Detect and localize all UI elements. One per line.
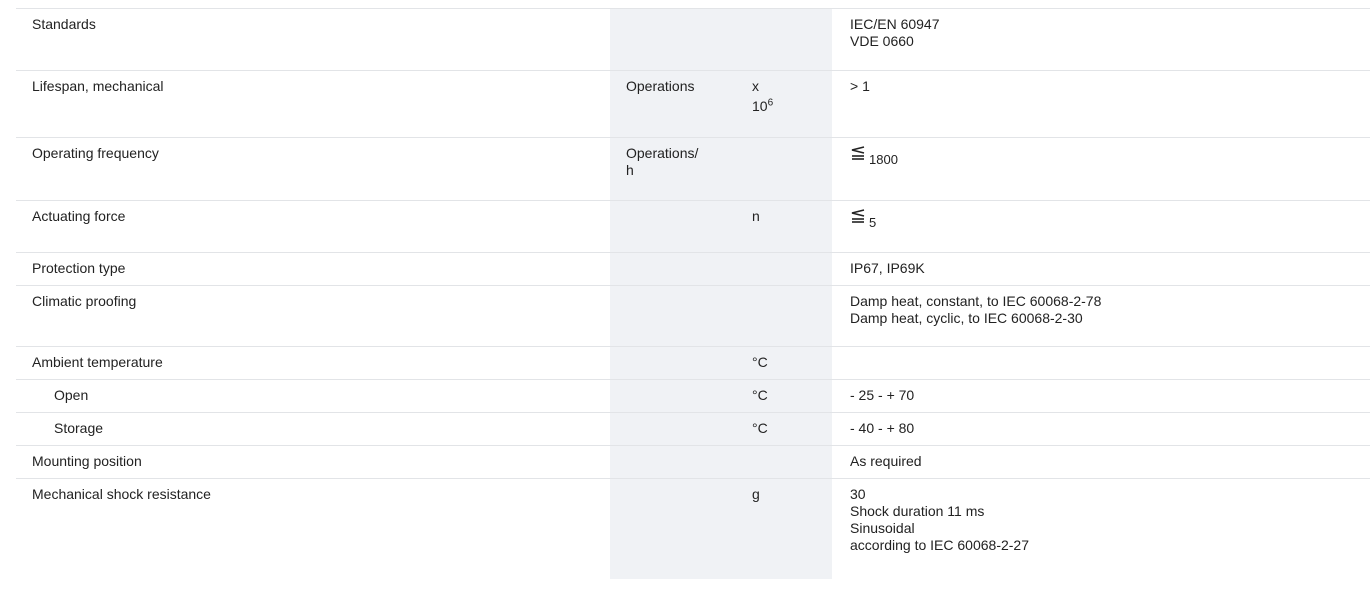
value-line: Damp heat, constant, to IEC 60068-2-78 <box>850 293 1102 309</box>
table-row: Protection type IP67, IP69K <box>16 252 1370 286</box>
unit-exponent: 6 <box>767 97 774 109</box>
value-cell: - 25 - + 70 <box>832 379 1370 413</box>
value-cell: - 40 - + 80 <box>832 412 1370 446</box>
unit-cell <box>610 445 736 479</box>
property-name: Storage <box>16 412 610 446</box>
unit-cell <box>610 285 736 347</box>
unit-cell: Operations/ h <box>610 137 736 201</box>
value-cell: 5 <box>832 200 1370 253</box>
unit-cell: g <box>736 478 832 579</box>
table-row: Open °C - 25 - + 70 <box>16 379 1370 413</box>
value-line: - 40 - + 80 <box>850 420 915 436</box>
less-than-or-equal-icon <box>850 209 866 223</box>
value-line: - 25 - + 70 <box>850 387 915 403</box>
unit-cell <box>610 252 736 286</box>
unit-cell <box>736 252 832 286</box>
unit-cell: n <box>736 200 832 253</box>
unit-cell <box>736 8 832 71</box>
value-cell: 30 Shock duration 11 ms Sinusoidal accor… <box>832 478 1370 579</box>
unit-cell <box>610 200 736 253</box>
value-line: Shock duration 11 ms <box>850 503 985 519</box>
unit-cell <box>610 379 736 413</box>
unit-cell: °C <box>736 346 832 380</box>
property-name: Standards <box>16 8 610 71</box>
value-cell: > 1 <box>832 70 1370 138</box>
unit-cell <box>610 412 736 446</box>
table-row: Mechanical shock resistance g 30 Shock d… <box>16 478 1370 579</box>
property-name: Climatic proofing <box>16 285 610 347</box>
unit-cell: x 106 <box>736 70 832 138</box>
unit-cell <box>610 8 736 71</box>
unit-cell <box>736 137 832 201</box>
table-row: Ambient temperature °C <box>16 346 1370 380</box>
value-cell: Damp heat, constant, to IEC 60068-2-78 D… <box>832 285 1370 347</box>
table-row: Standards IEC/EN 60947 VDE 0660 <box>16 8 1370 71</box>
value-line: Sinusoidal <box>850 520 915 536</box>
value-cell <box>832 346 1370 380</box>
value-line: Damp heat, cyclic, to IEC 60068-2-30 <box>850 310 1083 326</box>
unit-cell <box>736 285 832 347</box>
technical-data-table: Standards IEC/EN 60947 VDE 0660 Lifespan… <box>16 8 1370 579</box>
property-name: Lifespan, mechanical <box>16 70 610 138</box>
unit-line: h <box>626 162 634 178</box>
unit-power: 106 <box>752 98 832 115</box>
table-row: Storage °C - 40 - + 80 <box>16 412 1370 446</box>
property-name: Operating frequency <box>16 137 610 201</box>
value-line: VDE 0660 <box>850 33 914 49</box>
unit-line: Operations/ <box>626 145 699 161</box>
value-cell: IEC/EN 60947 VDE 0660 <box>832 8 1370 71</box>
unit-cell: Operations <box>610 70 736 138</box>
property-name: Mounting position <box>16 445 610 479</box>
unit-multiplier: x <box>752 78 759 94</box>
table-row: Climatic proofing Damp heat, constant, t… <box>16 285 1370 347</box>
value-cell: 1800 <box>832 137 1370 201</box>
unit-base: 10 <box>752 98 768 114</box>
property-name: Ambient temperature <box>16 346 610 380</box>
unit-cell: °C <box>736 412 832 446</box>
value-text: 1800 <box>869 152 898 167</box>
table-row: Lifespan, mechanical Operations x 106 > … <box>16 70 1370 138</box>
value-line: according to IEC 60068-2-27 <box>850 537 1029 553</box>
value-line: 30 <box>850 486 866 502</box>
unit-cell <box>610 346 736 380</box>
property-name: Protection type <box>16 252 610 286</box>
table-row: Mounting position As required <box>16 445 1370 479</box>
value-cell: IP67, IP69K <box>832 252 1370 286</box>
unit-cell: °C <box>736 379 832 413</box>
value-line: As required <box>850 453 922 469</box>
table-row: Operating frequency Operations/ h 1800 <box>16 137 1370 201</box>
value-line: IP67, IP69K <box>850 260 925 276</box>
unit-cell <box>610 478 736 579</box>
value-line: IEC/EN 60947 <box>850 16 940 32</box>
property-name: Mechanical shock resistance <box>16 478 610 579</box>
value-cell: As required <box>832 445 1370 479</box>
unit-cell <box>736 445 832 479</box>
value-text: 5 <box>869 215 877 230</box>
table-row: Actuating force n 5 <box>16 200 1370 253</box>
value-line: > 1 <box>850 78 870 94</box>
property-name: Actuating force <box>16 200 610 253</box>
less-than-or-equal-icon <box>850 146 866 160</box>
property-name: Open <box>16 379 610 413</box>
